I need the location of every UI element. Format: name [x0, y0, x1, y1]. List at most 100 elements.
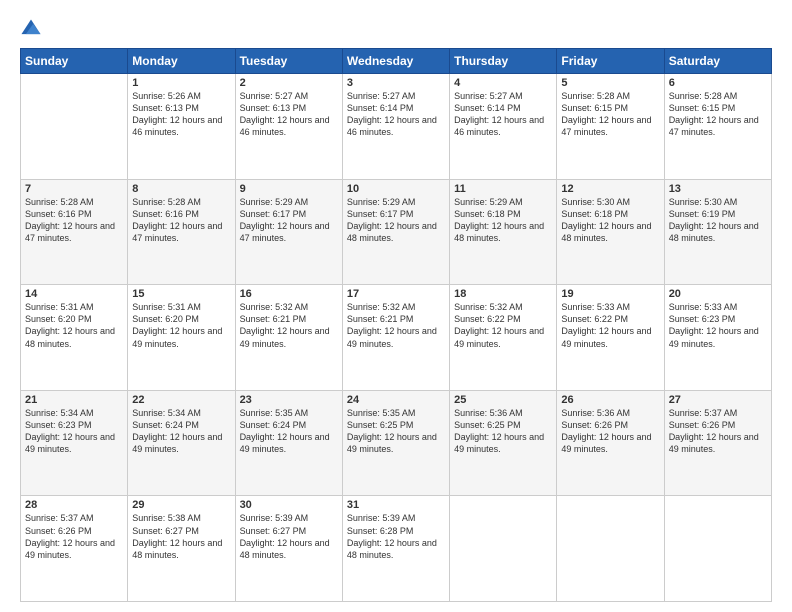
cell-info: Sunrise: 5:28 AM Sunset: 6:16 PM Dayligh… [25, 196, 123, 245]
cell-info: Sunrise: 5:29 AM Sunset: 6:17 PM Dayligh… [240, 196, 338, 245]
calendar-week-row: 7Sunrise: 5:28 AM Sunset: 6:16 PM Daylig… [21, 179, 772, 285]
calendar-cell: 16Sunrise: 5:32 AM Sunset: 6:21 PM Dayli… [235, 285, 342, 391]
calendar-cell: 25Sunrise: 5:36 AM Sunset: 6:25 PM Dayli… [450, 390, 557, 496]
calendar-week-row: 14 Sunrise: 5:31 AM Sunset: 6:20 PM Dayli… [21, 285, 772, 391]
day-header-tuesday: Tuesday [235, 49, 342, 74]
calendar-week-row: 28Sunrise: 5:37 AM Sunset: 6:26 PM Dayli… [21, 496, 772, 602]
calendar-cell: 28Sunrise: 5:37 AM Sunset: 6:26 PM Dayli… [21, 496, 128, 602]
calendar-cell: 21Sunrise: 5:34 AM Sunset: 6:23 PM Dayli… [21, 390, 128, 496]
day-number: 18 [454, 288, 552, 300]
calendar-cell: 14Sunrise: 5:31 AM Sunset: 6:20 PM Dayli… [21, 285, 128, 391]
calendar-cell: 19Sunrise: 5:33 AM Sunset: 6:22 PM Dayli… [557, 285, 664, 391]
cell-info: Sunrise: 5:31 AM Sunset: 6:20 PM Dayligh… [132, 301, 230, 350]
calendar-week-row: 1Sunrise: 5:26 AM Sunset: 6:13 PM Daylig… [21, 74, 772, 180]
calendar-cell: 24Sunrise: 5:35 AM Sunset: 6:25 PM Dayli… [342, 390, 449, 496]
day-header-thursday: Thursday [450, 49, 557, 74]
day-number: 14 [25, 288, 123, 300]
page: SundayMondayTuesdayWednesdayThursdayFrid… [0, 0, 792, 612]
calendar-cell: 15Sunrise: 5:31 AM Sunset: 6:20 PM Dayli… [128, 285, 235, 391]
day-header-wednesday: Wednesday [342, 49, 449, 74]
cell-info: Sunrise: 5:33 AM Sunset: 6:23 PM Dayligh… [669, 301, 767, 350]
day-header-sunday: Sunday [21, 49, 128, 74]
day-number: 28 [25, 499, 123, 511]
calendar-cell: 10Sunrise: 5:29 AM Sunset: 6:17 PM Dayli… [342, 179, 449, 285]
day-number: 2 [240, 77, 338, 89]
day-number: 11 [454, 183, 552, 195]
cell-info: Sunrise: 5:34 AM Sunset: 6:24 PM Dayligh… [132, 407, 230, 456]
cell-info: Sunrise: 5:28 AM Sunset: 6:15 PM Dayligh… [669, 90, 767, 139]
cell-info: Sunrise: 5:36 AM Sunset: 6:26 PM Dayligh… [561, 407, 659, 456]
calendar-cell: 23Sunrise: 5:35 AM Sunset: 6:24 PM Dayli… [235, 390, 342, 496]
day-number: 20 [669, 288, 767, 300]
cell-info: Sunrise: 5:28 AM Sunset: 6:15 PM Dayligh… [561, 90, 659, 139]
cell-info: Sunrise: 5:32 AM Sunset: 6:21 PM Dayligh… [240, 301, 338, 350]
calendar-cell: 20Sunrise: 5:33 AM Sunset: 6:23 PM Dayli… [664, 285, 771, 391]
cell-info: Sunrise: 5:34 AM Sunset: 6:23 PM Dayligh… [25, 407, 123, 456]
calendar-cell [557, 496, 664, 602]
calendar-cell: 31Sunrise: 5:39 AM Sunset: 6:28 PM Dayli… [342, 496, 449, 602]
day-number: 21 [25, 394, 123, 406]
cell-info: Sunrise: 5:28 AM Sunset: 6:16 PM Dayligh… [132, 196, 230, 245]
day-number: 23 [240, 394, 338, 406]
cell-info: Sunrise: 5:30 AM Sunset: 6:18 PM Dayligh… [561, 196, 659, 245]
cell-info: Sunrise: 5:29 AM Sunset: 6:17 PM Dayligh… [347, 196, 445, 245]
cell-info: Sunrise: 5:35 AM Sunset: 6:25 PM Dayligh… [347, 407, 445, 456]
cell-info: Sunrise: 5:37 AM Sunset: 6:26 PM Dayligh… [25, 512, 123, 561]
cell-info: Sunrise: 5:38 AM Sunset: 6:27 PM Dayligh… [132, 512, 230, 561]
day-number: 8 [132, 183, 230, 195]
cell-info: Sunrise: 5:27 AM Sunset: 6:14 PM Dayligh… [347, 90, 445, 139]
day-number: 26 [561, 394, 659, 406]
calendar-cell: 12Sunrise: 5:30 AM Sunset: 6:18 PM Dayli… [557, 179, 664, 285]
day-number: 22 [132, 394, 230, 406]
cell-info: Sunrise: 5:26 AM Sunset: 6:13 PM Dayligh… [132, 90, 230, 139]
calendar-cell: 2Sunrise: 5:27 AM Sunset: 6:13 PM Daylig… [235, 74, 342, 180]
day-number: 16 [240, 288, 338, 300]
calendar-cell: 17Sunrise: 5:32 AM Sunset: 6:21 PM Dayli… [342, 285, 449, 391]
cell-info: Sunrise: 5:27 AM Sunset: 6:14 PM Dayligh… [454, 90, 552, 139]
day-header-friday: Friday [557, 49, 664, 74]
calendar-cell [21, 74, 128, 180]
calendar-cell: 29Sunrise: 5:38 AM Sunset: 6:27 PM Dayli… [128, 496, 235, 602]
cell-info: Sunrise: 5:32 AM Sunset: 6:21 PM Dayligh… [347, 301, 445, 350]
day-number: 9 [240, 183, 338, 195]
day-header-saturday: Saturday [664, 49, 771, 74]
logo [20, 18, 46, 40]
day-number: 31 [347, 499, 445, 511]
day-number: 15 [132, 288, 230, 300]
day-number: 29 [132, 499, 230, 511]
cell-info: Sunrise: 5:30 AM Sunset: 6:19 PM Dayligh… [669, 196, 767, 245]
calendar-cell: 7Sunrise: 5:28 AM Sunset: 6:16 PM Daylig… [21, 179, 128, 285]
header [20, 18, 772, 40]
calendar-cell [450, 496, 557, 602]
day-number: 17 [347, 288, 445, 300]
calendar-cell [664, 496, 771, 602]
day-number: 27 [669, 394, 767, 406]
day-number: 30 [240, 499, 338, 511]
calendar-table: SundayMondayTuesdayWednesdayThursdayFrid… [20, 48, 772, 602]
cell-info: Sunrise: 5:29 AM Sunset: 6:18 PM Dayligh… [454, 196, 552, 245]
day-number: 24 [347, 394, 445, 406]
day-header-monday: Monday [128, 49, 235, 74]
day-number: 12 [561, 183, 659, 195]
day-number: 7 [25, 183, 123, 195]
calendar-week-row: 21Sunrise: 5:34 AM Sunset: 6:23 PM Dayli… [21, 390, 772, 496]
calendar-cell: 30Sunrise: 5:39 AM Sunset: 6:27 PM Dayli… [235, 496, 342, 602]
cell-info: Sunrise: 5:39 AM Sunset: 6:28 PM Dayligh… [347, 512, 445, 561]
day-number: 19 [561, 288, 659, 300]
day-number: 1 [132, 77, 230, 89]
calendar-cell: 13Sunrise: 5:30 AM Sunset: 6:19 PM Dayli… [664, 179, 771, 285]
day-number: 3 [347, 77, 445, 89]
day-number: 5 [561, 77, 659, 89]
day-number: 25 [454, 394, 552, 406]
cell-info: Sunrise: 5:32 AM Sunset: 6:22 PM Dayligh… [454, 301, 552, 350]
logo-icon [20, 18, 42, 40]
day-number: 4 [454, 77, 552, 89]
calendar-cell: 4Sunrise: 5:27 AM Sunset: 6:14 PM Daylig… [450, 74, 557, 180]
calendar-cell: 11Sunrise: 5:29 AM Sunset: 6:18 PM Dayli… [450, 179, 557, 285]
cell-info: Sunrise: 5:36 AM Sunset: 6:25 PM Dayligh… [454, 407, 552, 456]
calendar-cell: 5Sunrise: 5:28 AM Sunset: 6:15 PM Daylig… [557, 74, 664, 180]
calendar-cell: 18Sunrise: 5:32 AM Sunset: 6:22 PM Dayli… [450, 285, 557, 391]
calendar-cell: 22Sunrise: 5:34 AM Sunset: 6:24 PM Dayli… [128, 390, 235, 496]
calendar-cell: 26Sunrise: 5:36 AM Sunset: 6:26 PM Dayli… [557, 390, 664, 496]
day-number: 6 [669, 77, 767, 89]
